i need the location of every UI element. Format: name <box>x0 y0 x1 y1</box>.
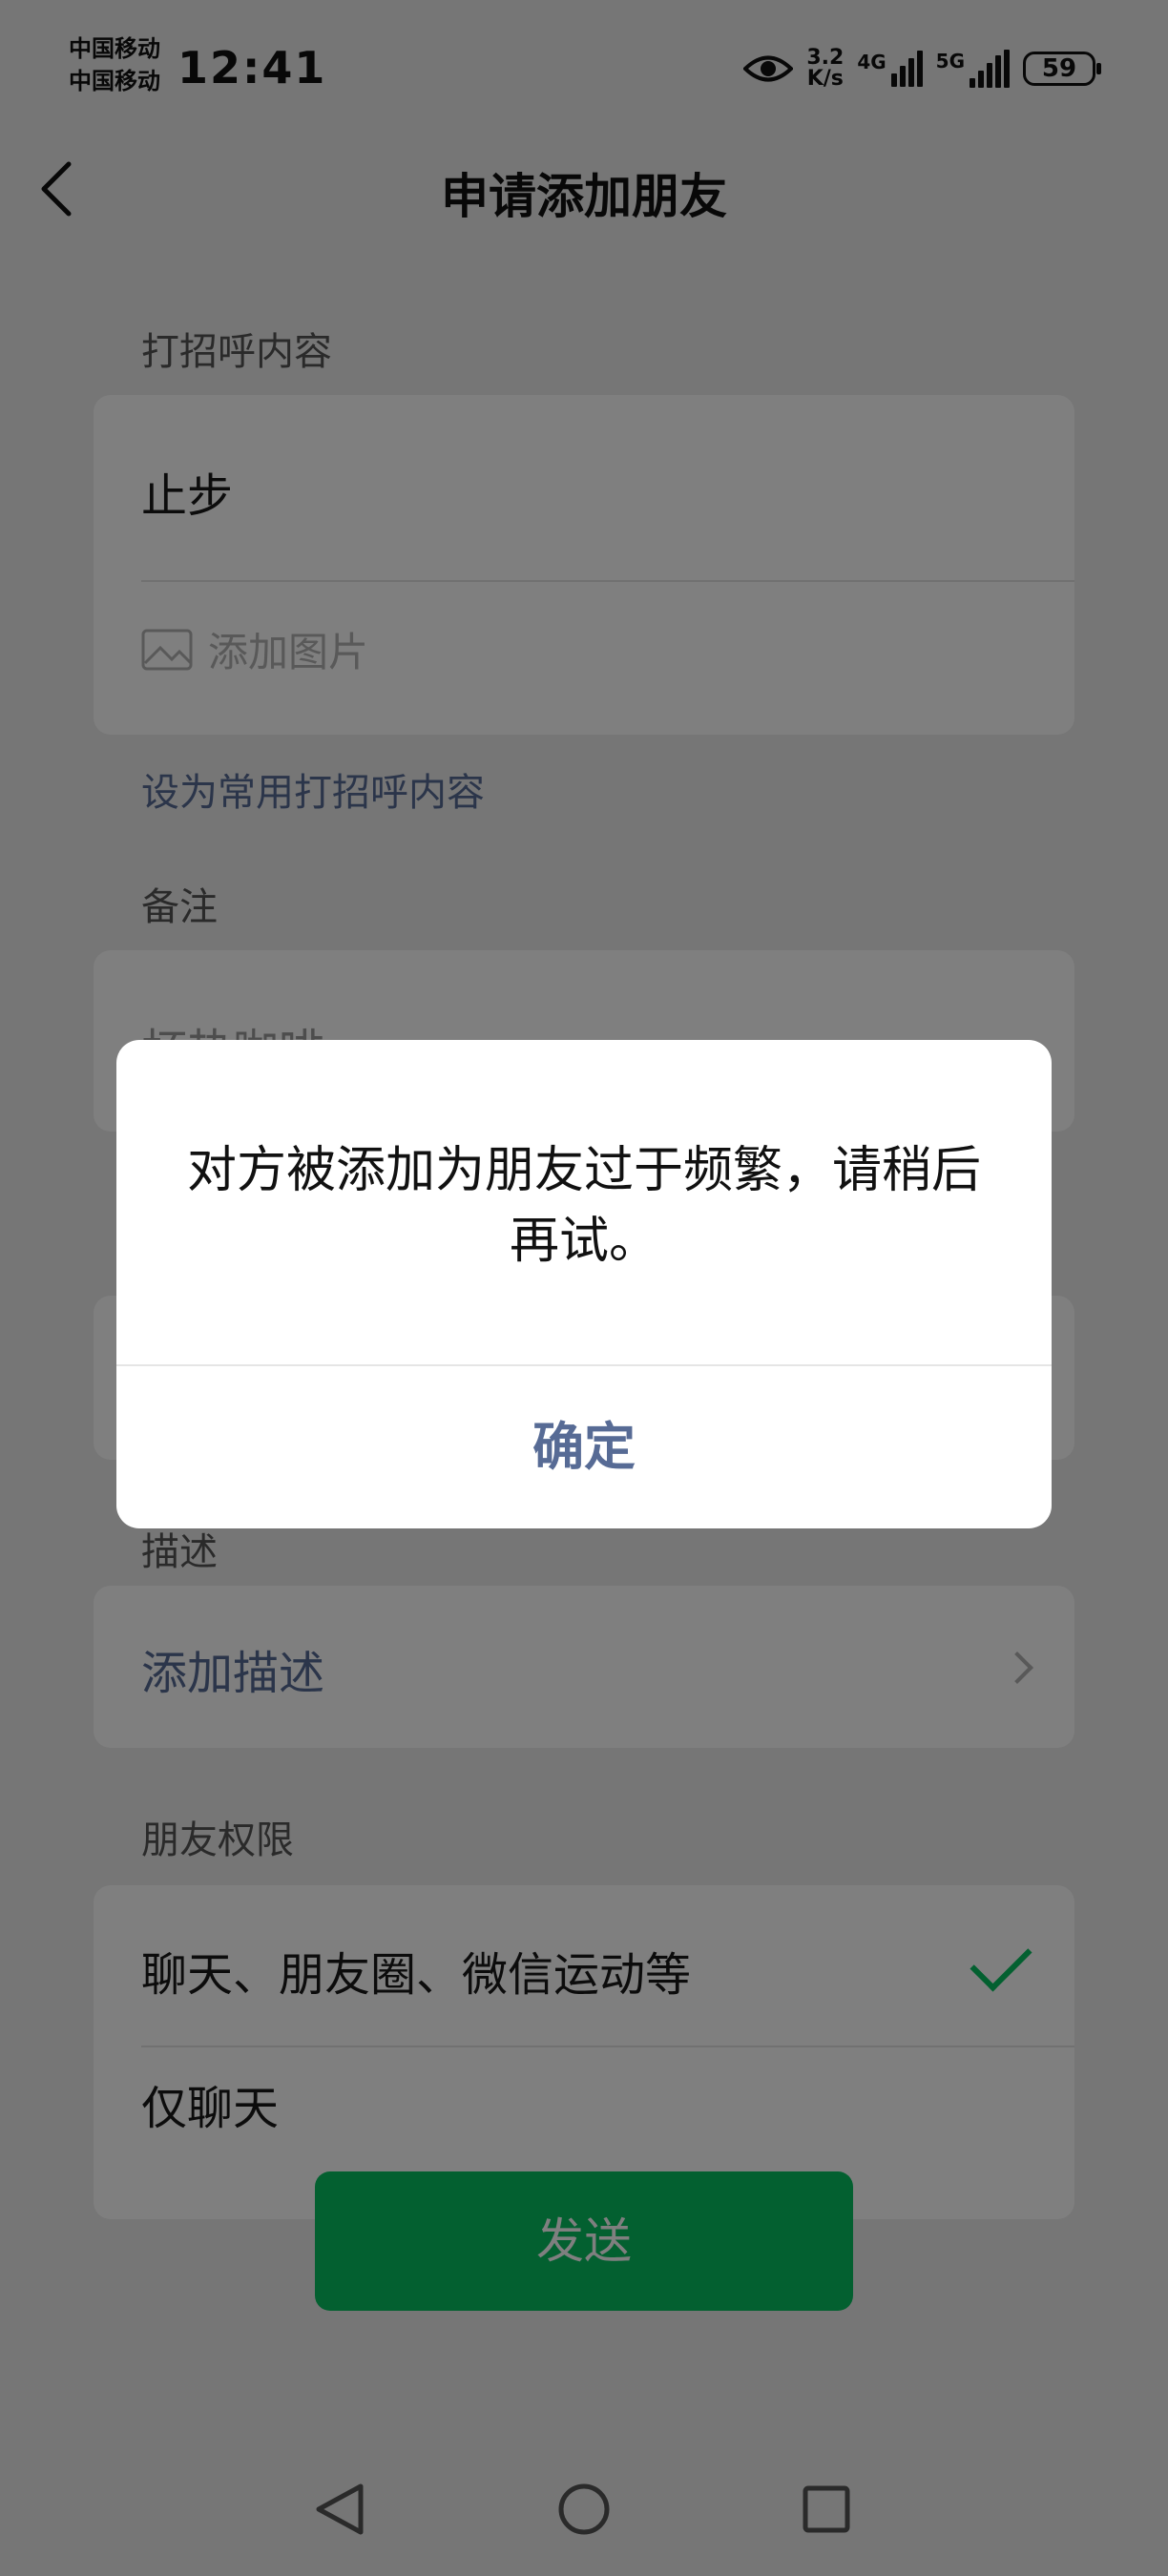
confirm-button[interactable]: 确定 <box>116 1366 1052 1528</box>
dialog-message: 对方被添加为朋友过于频繁，请稍后再试。 <box>186 1142 981 1270</box>
alert-dialog: 对方被添加为朋友过于频繁，请稍后再试。 确定 <box>116 1040 1052 1528</box>
